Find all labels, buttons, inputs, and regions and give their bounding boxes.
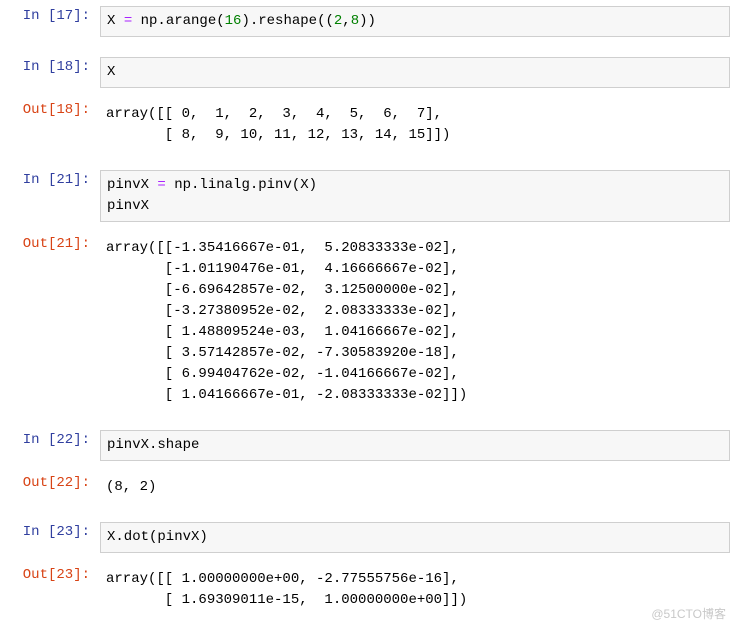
output-cell: Out[23]:array([[ 1.00000000e+00, -2.7755… — [0, 559, 738, 621]
in-prompt: In [21]: — [0, 168, 100, 188]
code-output: array([[ 1.00000000e+00, -2.77555756e-16… — [100, 565, 730, 615]
cell-gap — [0, 416, 738, 424]
code-input[interactable]: X = np.arange(16).reshape((2,8)) — [100, 6, 730, 37]
output-cell: Out[21]:array([[-1.35416667e-01, 5.20833… — [0, 228, 738, 416]
code-output: array([[ 0, 1, 2, 3, 4, 5, 6, 7], [ 8, 9… — [100, 100, 730, 150]
in-prompt: In [22]: — [0, 428, 100, 448]
code-output: (8, 2) — [100, 473, 730, 502]
output-cell: Out[22]:(8, 2) — [0, 467, 738, 508]
out-prompt: Out[23]: — [0, 563, 100, 583]
in-prompt: In [23]: — [0, 520, 100, 540]
code-cell: In [21]:pinvX = np.linalg.pinv(X) pinvX — [0, 164, 738, 228]
code-cell: In [18]:X — [0, 51, 738, 94]
code-input[interactable]: pinvX = np.linalg.pinv(X) pinvX — [100, 170, 730, 222]
watermark: @51CTO博客 — [651, 605, 726, 622]
code-output: array([[-1.35416667e-01, 5.20833333e-02]… — [100, 234, 730, 410]
out-prompt: Out[22]: — [0, 471, 100, 491]
code-cell: In [17]:X = np.arange(16).reshape((2,8)) — [0, 0, 738, 43]
code-cell: In [22]:pinvX.shape — [0, 424, 738, 467]
out-prompt: Out[21]: — [0, 232, 100, 252]
notebook-root: In [17]:X = np.arange(16).reshape((2,8))… — [0, 0, 738, 629]
in-prompt: In [17]: — [0, 4, 100, 24]
code-input[interactable]: X.dot(pinvX) — [100, 522, 730, 553]
cell-gap — [0, 156, 738, 164]
cell-gap — [0, 508, 738, 516]
out-prompt: Out[18]: — [0, 98, 100, 118]
output-cell: Out[18]:array([[ 0, 1, 2, 3, 4, 5, 6, 7]… — [0, 94, 738, 156]
in-prompt: In [18]: — [0, 55, 100, 75]
code-input[interactable]: pinvX.shape — [100, 430, 730, 461]
cell-gap — [0, 43, 738, 51]
code-cell: In [23]:X.dot(pinvX) — [0, 516, 738, 559]
code-input[interactable]: X — [100, 57, 730, 88]
